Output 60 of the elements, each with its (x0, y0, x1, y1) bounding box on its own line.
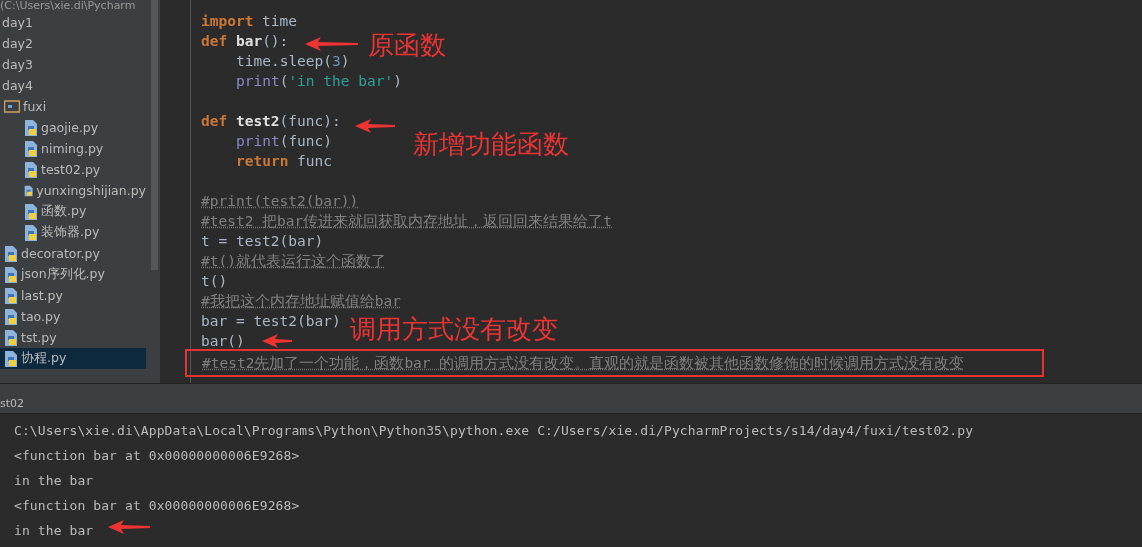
tree-item[interactable]: last.py (0, 285, 146, 306)
tree-item[interactable]: decorator.py (0, 243, 146, 264)
arrow-icon (305, 37, 358, 51)
console-line: <function bar at 0x00000000006E9268> (14, 497, 300, 515)
annotation-text: 原函数 (368, 29, 446, 62)
annotation-text: 调用方式没有改变 (350, 313, 558, 346)
tree-item[interactable]: day3 (0, 54, 146, 75)
code-line: print('in the bar') (235, 72, 402, 91)
python-file-icon (4, 266, 18, 283)
python-file-icon (24, 224, 38, 241)
tree-item[interactable]: tao.py (0, 306, 146, 327)
python-file-icon (24, 203, 38, 220)
scrollbar-thumb[interactable] (150, 0, 158, 270)
tree-item[interactable]: tst.py (0, 327, 146, 348)
code-line: import time (201, 12, 298, 31)
tree-item[interactable]: test02.py (0, 159, 146, 180)
project-path: (C:\Users\xie.di\Pycharm (0, 0, 136, 12)
tree-item[interactable]: json序列化.py (0, 264, 146, 285)
tree-item[interactable]: 装饰器.py (0, 222, 146, 243)
tree-item[interactable]: 协程.py (0, 348, 146, 369)
tree-item[interactable]: gaojie.py (0, 117, 146, 138)
code-line: bar = test2(bar) (201, 312, 341, 331)
tree-item[interactable]: fuxi (0, 96, 146, 117)
python-file-icon (4, 350, 18, 367)
console-line: in the bar (14, 522, 94, 540)
python-file-icon (4, 308, 18, 325)
python-file-icon (24, 161, 38, 178)
python-file-icon (24, 119, 38, 136)
code-line: return func (235, 152, 333, 171)
tree-item[interactable]: yunxingshijian.py (0, 180, 146, 201)
panel-splitter[interactable] (0, 383, 1142, 393)
python-file-icon (4, 245, 18, 262)
python-file-icon (24, 140, 38, 157)
code-line: time.sleep(3) (235, 52, 350, 71)
annotation-text: 新增功能函数 (413, 128, 569, 161)
tree-item[interactable]: day2 (0, 33, 146, 54)
tree-item[interactable]: day1 (0, 12, 146, 33)
folder-icon (4, 100, 20, 113)
console-line: C:\Users\xie.di\AppData\Local\Programs\Python\Python35\python.exe C:/Users/xie.di/PycharmProjects/s14/day4/fuxi/test02.py (14, 422, 974, 440)
python-file-icon (4, 329, 18, 346)
run-tab[interactable]: st02 (0, 396, 25, 410)
code-line: t() (201, 272, 228, 291)
tree-item[interactable]: 函数.py (0, 201, 146, 222)
code-line: #test2 把bar传进来就回获取内存地址，返回回来结果给了t (201, 212, 613, 231)
code-line: def test2(func): (201, 112, 341, 131)
console-line: <function bar at 0x00000000006E9268> (14, 447, 300, 465)
code-line: #print(test2(bar)) (201, 192, 359, 211)
code-line: t = test2(bar) (201, 232, 324, 251)
python-file-icon (4, 287, 18, 304)
code-line: #t()就代表运行这个函数了 (201, 252, 386, 271)
code-line: bar() (201, 332, 245, 351)
code-line: print(func) (235, 132, 333, 151)
arrow-icon (108, 520, 150, 534)
arrow-icon (262, 334, 292, 348)
code-line: def bar(): (201, 32, 289, 51)
tree-item[interactable]: niming.py (0, 138, 146, 159)
tree-item[interactable]: day4 (0, 75, 146, 96)
console-line: in the bar (14, 472, 94, 490)
arrow-icon (355, 119, 395, 133)
code-line: #我把这个内存地址赋值给bar (201, 292, 401, 311)
